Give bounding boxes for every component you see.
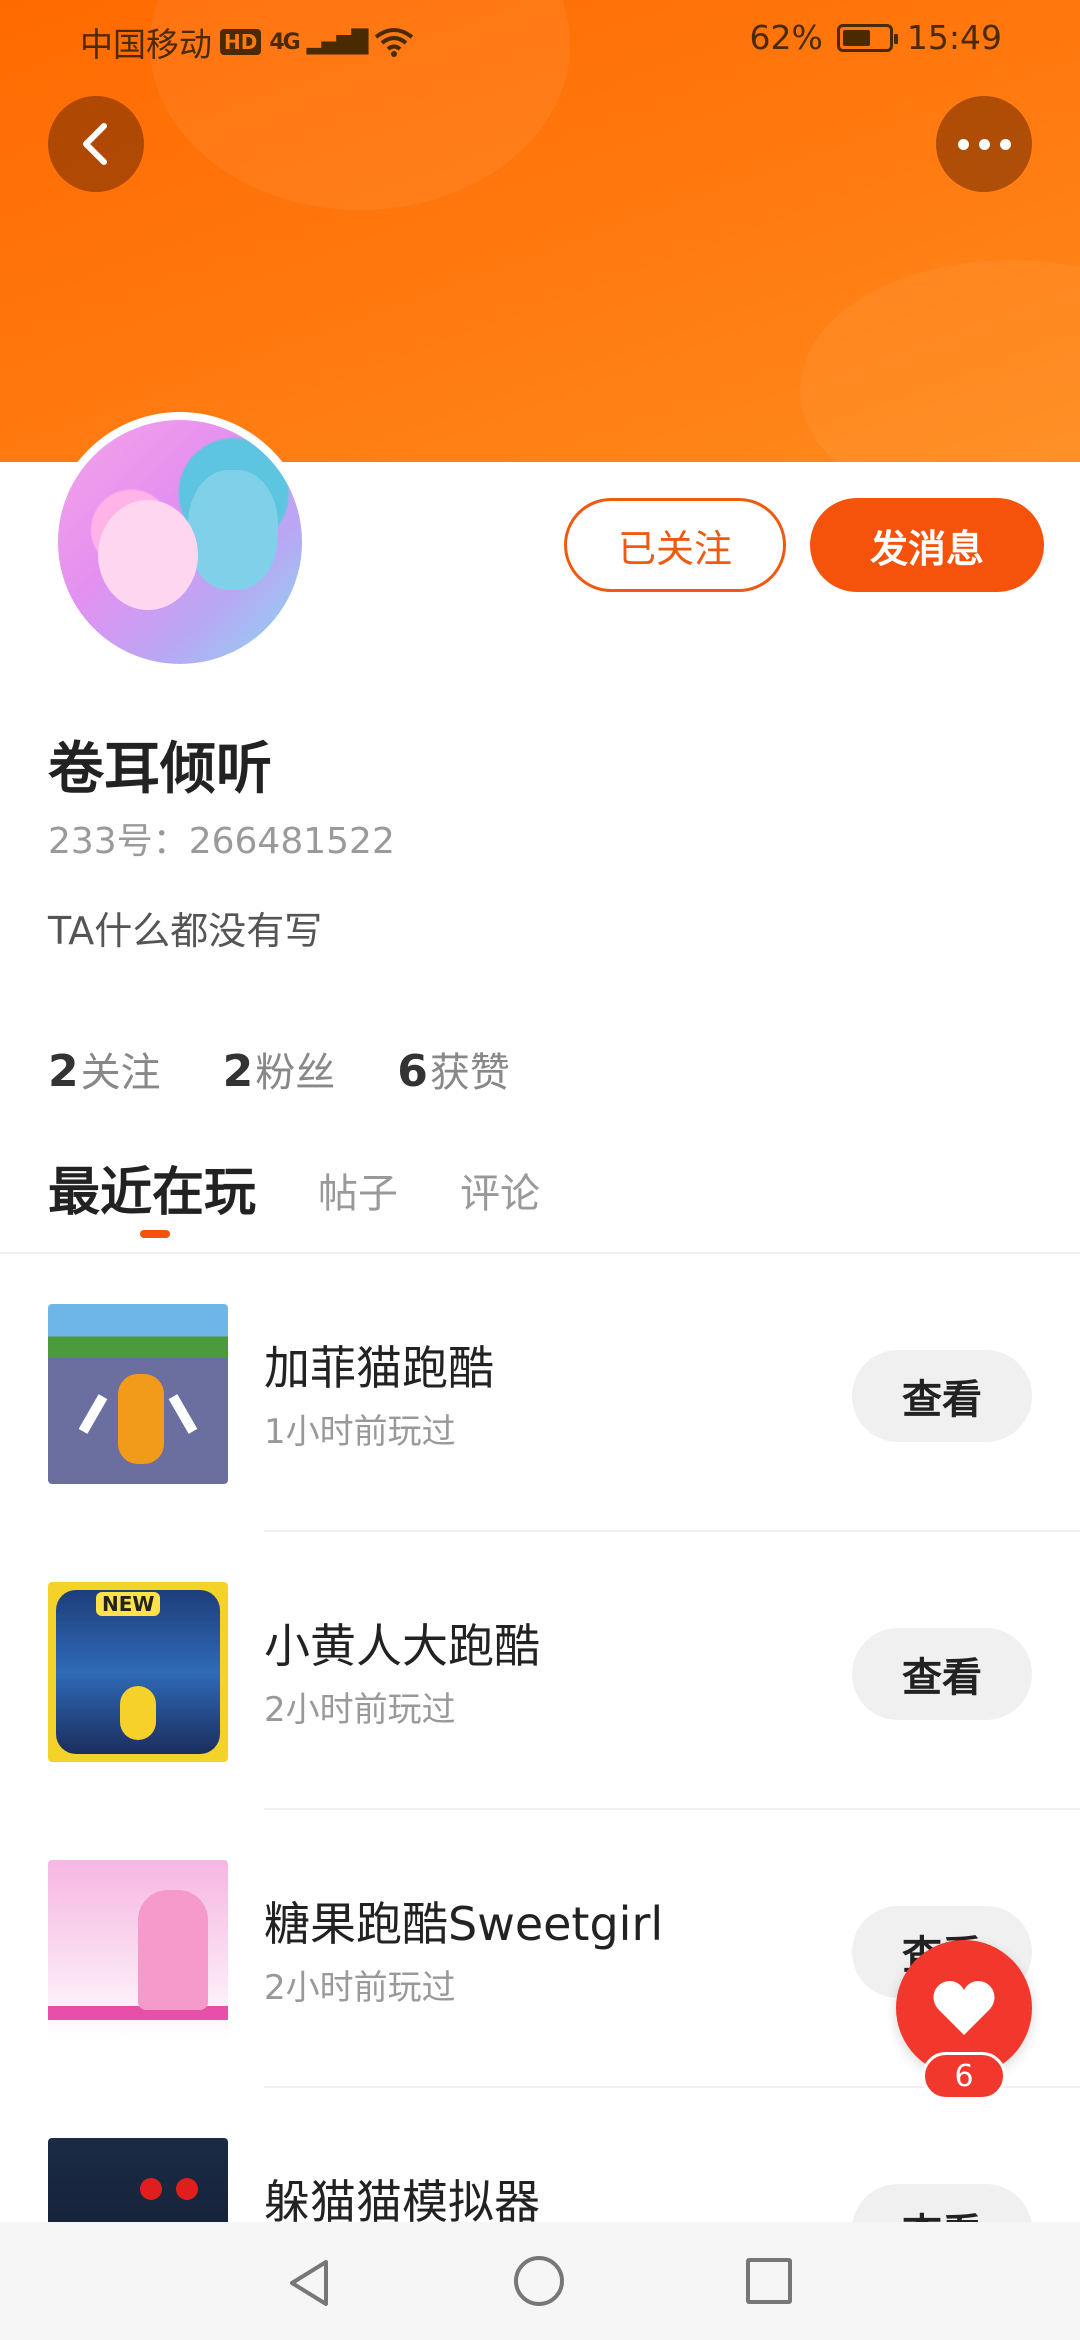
tab-comments[interactable]: 评论 <box>460 1161 540 1225</box>
chevron-left-icon <box>83 123 107 165</box>
heart-icon <box>933 1981 995 2035</box>
battery-percent: 62% <box>749 18 823 57</box>
thumbnail-art <box>168 1394 198 1434</box>
stat-followers[interactable]: 2粉丝 <box>223 1040 336 1098</box>
game-list-item[interactable]: 加菲猫跑酷 1小时前玩过 查看 <box>0 1254 1080 1532</box>
last-played-time: 2小时前玩过 <box>264 1968 456 2008</box>
thumbnail-art <box>78 1394 108 1434</box>
tab-posts[interactable]: 帖子 <box>318 1161 398 1225</box>
nav-recents-icon[interactable] <box>746 2258 792 2304</box>
stat-number: 2 <box>222 1046 254 1097</box>
banner-decoration <box>800 260 1080 462</box>
carrier-name: 中国移动 <box>80 25 212 64</box>
thumbnail-art <box>120 1686 156 1740</box>
more-dots-icon <box>999 138 1011 150</box>
user-avatar[interactable] <box>50 412 310 672</box>
stat-likes[interactable]: 6获赞 <box>397 1040 510 1098</box>
stat-following[interactable]: 2关注 <box>48 1040 161 1098</box>
view-button[interactable]: 查看 <box>852 1350 1032 1442</box>
hd-badge: HD <box>220 29 262 55</box>
game-thumbnail[interactable]: NEW <box>48 1582 228 1762</box>
view-button[interactable]: 查看 <box>852 1628 1032 1720</box>
tab-recently-played[interactable]: 最近在玩 <box>48 1150 257 1238</box>
clock: 15:49 <box>906 18 1002 57</box>
followed-button[interactable]: 已关注 <box>564 498 786 592</box>
thumbnail-art <box>176 2178 198 2200</box>
username: 卷耳倾听 <box>48 737 272 802</box>
game-thumbnail[interactable] <box>48 1860 228 2040</box>
avatar-art <box>98 500 198 610</box>
game-title: 加菲猫跑酷 <box>264 1341 494 1395</box>
status-left: 中国移动 HD 4G ▂▄▆█ <box>80 18 414 66</box>
game-title: 糖果跑酷Sweetgirl <box>264 1897 664 1951</box>
stat-label: 关注 <box>80 1050 161 1096</box>
profile-stats: 2关注 2粉丝 6获赞 <box>48 1040 510 1098</box>
thumbnail-art <box>140 2178 162 2200</box>
status-bar: 中国移动 HD 4G ▂▄▆█ 62% 15:49 <box>0 0 1080 76</box>
new-badge: NEW <box>96 1592 161 1616</box>
game-title: 小黄人大跑酷 <box>264 1619 540 1673</box>
active-tab-indicator <box>140 1230 170 1238</box>
stat-label: 获赞 <box>429 1050 510 1096</box>
tab-label: 最近在玩 <box>48 1163 257 1223</box>
stat-number: 2 <box>48 1046 79 1097</box>
battery-icon <box>836 23 898 52</box>
profile-banner: 中国移动 HD 4G ▂▄▆█ 62% 15:49 <box>0 0 1080 462</box>
more-options-button[interactable] <box>936 96 1032 192</box>
thumbnail-art <box>138 1890 208 2010</box>
stat-number: 6 <box>397 1046 428 1097</box>
stat-label: 粉丝 <box>255 1050 336 1096</box>
back-button[interactable] <box>48 96 144 192</box>
more-dots-icon <box>957 138 969 150</box>
nav-back-icon[interactable] <box>286 2258 336 2308</box>
avatar-art <box>188 470 278 590</box>
system-navigation-bar <box>0 2222 1080 2340</box>
like-count-badge: 6 <box>922 2052 1006 2100</box>
last-played-time: 2小时前玩过 <box>264 1690 456 1730</box>
send-message-button[interactable]: 发消息 <box>810 498 1044 592</box>
game-thumbnail[interactable] <box>48 1304 228 1484</box>
thumbnail-art <box>118 1374 164 1464</box>
status-right: 62% 15:49 <box>750 18 1002 57</box>
profile-tabs: 最近在玩 帖子 评论 <box>48 1150 540 1238</box>
user-bio: TA什么都没有写 <box>48 909 323 953</box>
wifi-icon <box>375 28 414 57</box>
more-dots-icon <box>978 138 990 150</box>
network-type: 4G <box>269 29 300 55</box>
signal-icon: ▂▄▆█ <box>306 29 369 55</box>
user-id: 233号：266481522 <box>48 821 395 862</box>
game-list-item[interactable]: NEW 小黄人大跑酷 2小时前玩过 查看 <box>0 1532 1080 1810</box>
nav-home-icon[interactable] <box>514 2256 564 2306</box>
last-played-time: 1小时前玩过 <box>264 1412 456 1452</box>
